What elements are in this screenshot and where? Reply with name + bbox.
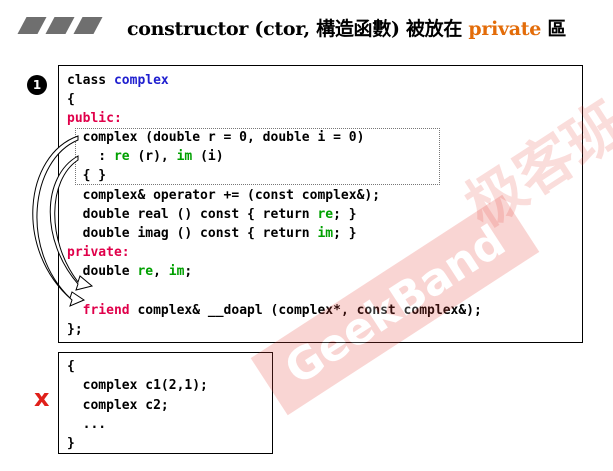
inner-arrow <box>49 155 94 291</box>
code-line: } <box>67 436 75 451</box>
object-c2: complex c2; <box>67 398 169 413</box>
error-x-mark: x <box>34 384 50 412</box>
ellipsis: ... <box>67 417 107 432</box>
object-c1: complex c1(2,1); <box>67 378 208 393</box>
code-line: { <box>67 359 75 374</box>
